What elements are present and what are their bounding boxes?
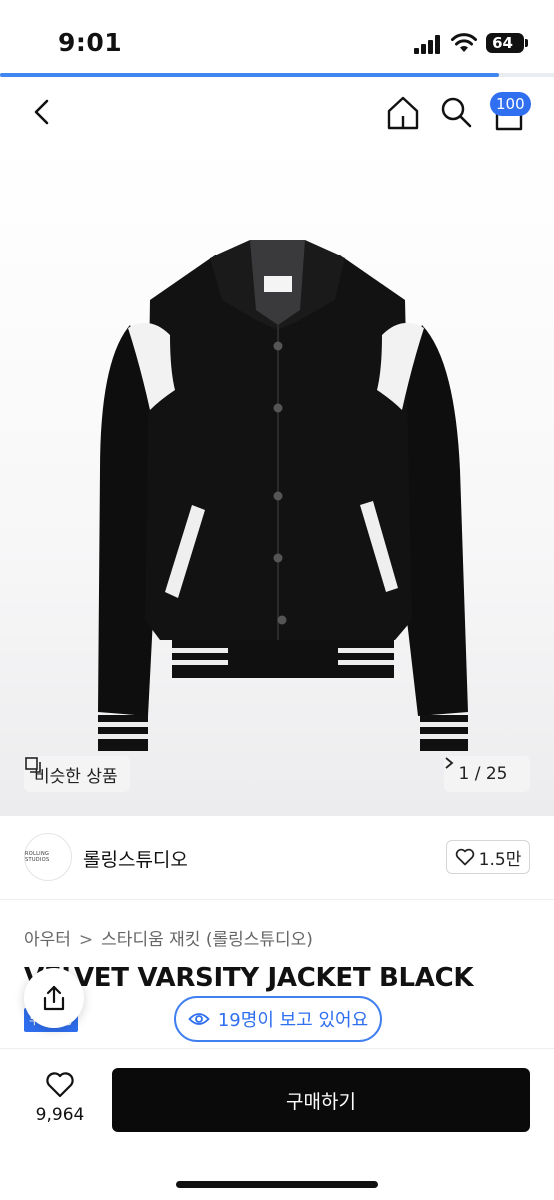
viewing-count-label: 19명이 보고 있어요	[217, 1010, 369, 1031]
breadcrumb: 아우터 > 스타디움 재킷 (롤링스튜디오)	[24, 925, 313, 950]
similar-items-icon	[25, 757, 41, 773]
page-progress-fill	[0, 73, 499, 77]
chevron-right-icon: >	[78, 930, 94, 950]
wish-count: 9,964	[35, 1105, 85, 1125]
image-counter-text: 1 / 25	[458, 764, 508, 784]
cart-count-badge: 100	[490, 92, 531, 116]
heart-icon	[46, 1072, 74, 1098]
jacket-image	[98, 240, 468, 751]
wifi-icon	[450, 32, 478, 54]
page-progress-bar	[0, 73, 554, 77]
store-logo[interactable]: ROLLING STUDIOS	[24, 833, 72, 881]
chevron-left-icon	[34, 99, 49, 125]
breadcrumb-category[interactable]: 아우터	[24, 930, 71, 950]
battery-icon: 64	[486, 33, 524, 53]
share-icon	[43, 985, 65, 1011]
breadcrumb-subcategory[interactable]: 스타디움 재킷 (롤링스튜디오)	[101, 930, 313, 950]
viewing-count-pill: 19명이 보고 있어요	[174, 996, 382, 1042]
store-row[interactable]: ROLLING STUDIOS 롤링스튜디오 1.5만	[0, 816, 554, 900]
home-button[interactable]	[384, 94, 422, 132]
battery-level: 64	[492, 34, 513, 52]
image-counter[interactable]: 1 / 25	[444, 756, 530, 792]
wish-button[interactable]: 9,964	[24, 1071, 96, 1131]
status-time: 9:01	[58, 28, 123, 57]
back-button[interactable]	[26, 94, 60, 130]
store-like-button[interactable]: 1.5만	[446, 840, 530, 874]
store-name[interactable]: 롤링스튜디오	[83, 845, 188, 872]
eye-icon	[188, 1013, 210, 1025]
search-button[interactable]	[438, 94, 474, 130]
battery-cap	[525, 39, 528, 47]
store-like-count: 1.5만	[478, 849, 522, 870]
buy-button[interactable]: 구매하기	[112, 1068, 530, 1132]
share-button[interactable]	[24, 968, 84, 1028]
home-indicator	[176, 1181, 378, 1188]
status-bar: 9:01 64	[0, 0, 554, 74]
bottom-action-bar: 9,964 구매하기	[0, 1048, 554, 1200]
heart-icon	[455, 848, 474, 866]
similar-products-label: 비슷한 상품	[34, 766, 118, 787]
product-title: VELVET VARSITY JACKET BLACK	[24, 963, 474, 993]
similar-products-button[interactable]: 비슷한 상품	[24, 756, 130, 792]
product-image-carousel[interactable]: 비슷한 상품 1 / 25	[0, 140, 554, 816]
signal-icon	[414, 34, 442, 54]
search-icon	[441, 97, 472, 128]
home-icon	[387, 96, 419, 130]
